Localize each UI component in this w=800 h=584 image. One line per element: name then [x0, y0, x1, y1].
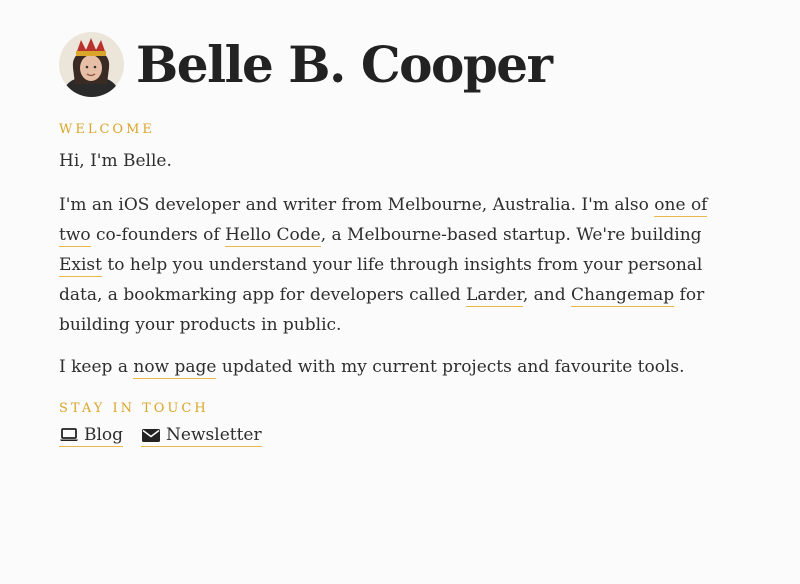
changemap-link[interactable]: Changemap [571, 285, 675, 307]
newsletter-link[interactable]: Newsletter [141, 425, 262, 447]
envelope-icon [141, 427, 161, 443]
stay-in-touch-heading: STAY IN TOUCH [59, 401, 209, 416]
site-header: Belle B. Cooper [59, 32, 709, 97]
greeting: Hi, I'm Belle. [59, 151, 172, 171]
now-text: I keep a [59, 357, 134, 377]
now-paragraph: I keep a now page updated with my curren… [59, 352, 709, 382]
bio-text: , and [522, 285, 572, 305]
larder-link[interactable]: Larder [466, 285, 523, 307]
page: Belle B. Cooper WELCOME Hi, I'm Belle. I… [0, 0, 709, 447]
bio-text: co-founders of [90, 225, 226, 245]
page-title: Belle B. Cooper [136, 34, 553, 94]
avatar [59, 32, 124, 97]
laptop-icon [59, 427, 79, 443]
welcome-heading: WELCOME [59, 122, 155, 137]
newsletter-link-label: Newsletter [166, 425, 262, 445]
blog-link[interactable]: Blog [59, 425, 124, 447]
exist-link[interactable]: Exist [59, 255, 102, 277]
now-page-link[interactable]: now page [133, 357, 217, 379]
now-text: updated with my current projects and fav… [216, 357, 685, 377]
bio-text: , a Melbourne-based startup. We're build… [320, 225, 702, 245]
blog-link-label: Blog [84, 425, 124, 445]
hello-code-link[interactable]: Hello Code [225, 225, 321, 247]
contact-links: Blog Newsletter [59, 425, 709, 447]
bio-text: I'm an iOS developer and writer from Mel… [59, 195, 655, 215]
bio-paragraph: I'm an iOS developer and writer from Mel… [59, 190, 709, 340]
